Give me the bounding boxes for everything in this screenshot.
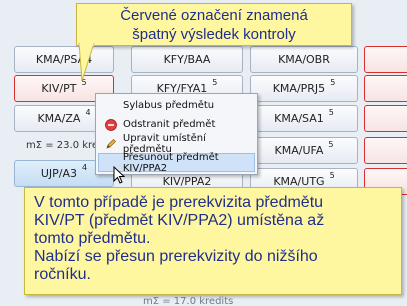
course-cell[interactable]: KFY/BAA [131,46,243,73]
course-cell-error[interactable] [364,75,407,102]
course-code: KMA/PRJ5 [272,82,326,95]
mouse-cursor-icon [113,165,126,187]
course-code: KMA/UFA [274,144,324,157]
credit-sum: mΣ = 23.0 kre [26,139,99,151]
course-code: KMA/SA1 [274,112,324,125]
tooltip-callout-top: Červené označení znamená špatný výsledek… [76,3,352,46]
menu-item-remove[interactable]: Odstranit předmět [96,115,257,134]
callout-text: Červené označení znamená špatný výsledek… [120,7,308,43]
course-credits: 4 [82,163,88,172]
course-credits: 5 [330,78,336,87]
callout-pointer-icon [78,43,95,82]
edit-icon [104,137,118,151]
course-cell[interactable]: KMA/OBR [250,46,358,73]
course-code: KFY/BAA [163,53,211,66]
course-cell-error[interactable] [364,137,407,164]
course-cell-error[interactable] [364,46,407,73]
callout-text: V tomto případě je prerekvizita předmětu… [34,194,325,283]
course-code: UJP/A3 [40,167,78,180]
course-credits: 5 [328,108,334,117]
blank-icon [104,99,118,113]
course-cell[interactable]: KMA/UFA 5 [250,137,358,164]
credit-sum: mΣ = 17.0 kredits [143,295,234,306]
course-credits: 5 [212,78,218,87]
course-cell-error[interactable] [364,105,407,132]
course-code: KIV/PT [41,82,77,95]
course-credits: 5 [328,140,334,149]
course-code: KMA/ZA [37,112,81,125]
course-credits: 5 [329,171,335,180]
tooltip-callout-bottom: V tomto případě je prerekvizita předmětu… [24,187,402,295]
course-credits: 4 [85,108,91,117]
course-cell[interactable]: KMA/SA1 5 [250,105,358,132]
menu-item-syllabus[interactable]: Sylabus předmětu [96,96,257,115]
remove-icon [104,118,118,132]
course-code: KMA/OBR [278,53,330,66]
course-cell[interactable]: KMA/PRJ5 5 [250,75,358,102]
context-menu: Sylabus předmětu Odstranit předmět Uprav… [95,93,258,175]
menu-item-edit-placement[interactable]: Upravit umístění předmětu [96,133,257,155]
